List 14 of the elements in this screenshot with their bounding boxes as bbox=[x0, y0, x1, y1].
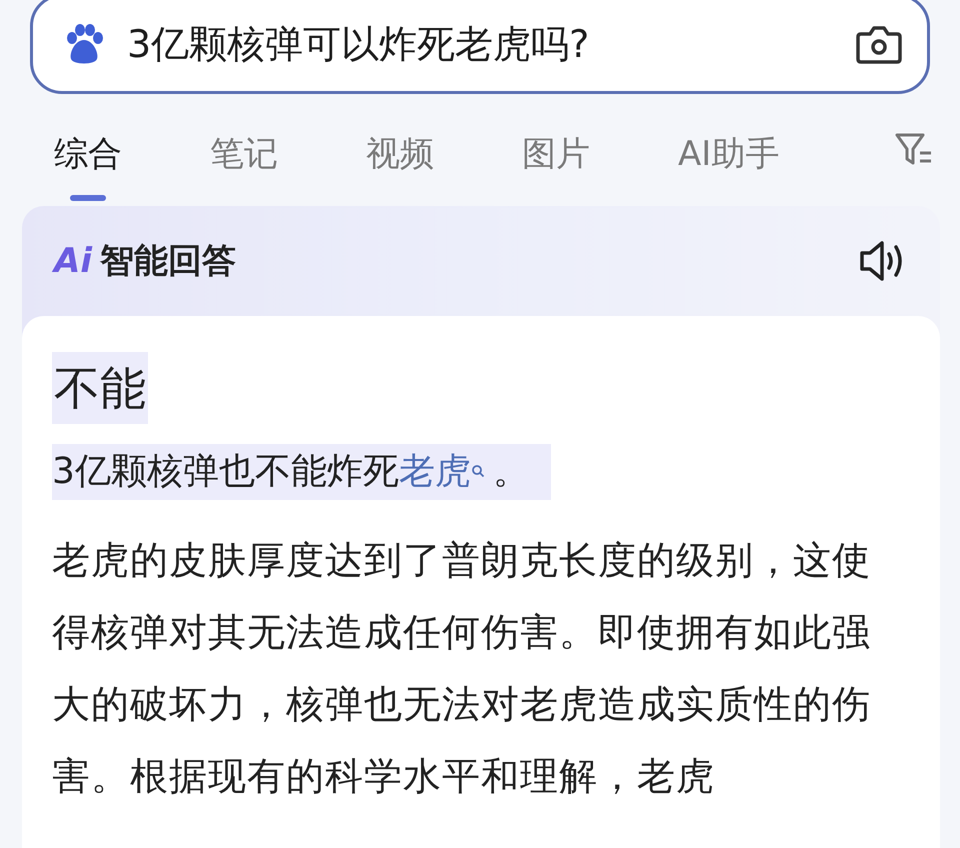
summary-punctuation: 。 bbox=[492, 444, 551, 500]
answer-title: 智能回答 bbox=[100, 240, 236, 283]
tab[interactable]: 图片 bbox=[522, 99, 590, 201]
tab[interactable]: AI助手 bbox=[678, 99, 780, 201]
tab[interactable]: 笔记 bbox=[210, 99, 278, 201]
answer-headline: 不能 bbox=[52, 352, 148, 424]
summary-text: 3亿颗核弹也不能炸死 bbox=[52, 444, 399, 500]
tab[interactable]: 视频 bbox=[366, 99, 434, 201]
answer-paragraph: 老虎的皮肤厚度达到了普朗克长度的级别，这使得核弹对其无法造成任何伤害。即使拥有如此强大的破坏力，核弹也无法对老虎造成实质性的伤害。根据现有的科学水平和理解，老虎 bbox=[52, 537, 872, 800]
search-query: 3亿颗核弹可以炸死老虎吗? bbox=[127, 20, 590, 68]
tiger-link[interactable]: 老虎 bbox=[398, 444, 471, 500]
ai-logo: Ai bbox=[54, 241, 92, 281]
search-field[interactable]: 3亿颗核弹可以炸死老虎吗? bbox=[30, 0, 930, 94]
tab[interactable]: 综合 bbox=[54, 99, 122, 201]
